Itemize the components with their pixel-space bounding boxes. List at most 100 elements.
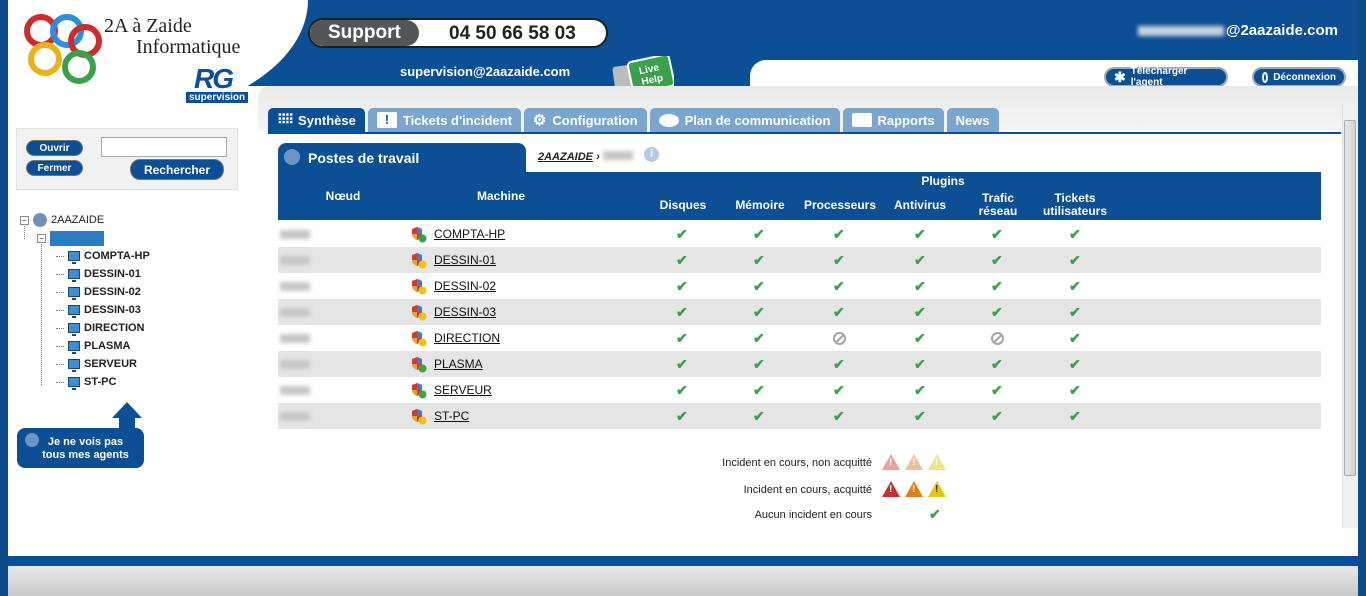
rg-letters: RG [194, 63, 234, 94]
tree-item-dessin-03[interactable]: DESSIN-03 [56, 302, 141, 318]
table-row[interactable]: DESSIN-01 ✔ ✔ ✔ ✔ ✔ ✔ [278, 247, 1321, 273]
warning-light-orange-icon: ! [905, 454, 923, 470]
scrollbar-thumb[interactable] [1344, 120, 1356, 476]
collapse-toggle[interactable]: − [37, 233, 46, 243]
machine-cell: DESSIN-03 [411, 299, 496, 325]
tab-synthese[interactable]: ⠿⠿ Synthèse [268, 108, 365, 132]
machine-link[interactable]: DESSIN-01 [434, 253, 496, 267]
machine-link[interactable]: DIRECTION [434, 331, 500, 345]
logout-button[interactable]: Déconnexion [1252, 67, 1346, 87]
node-cell [280, 247, 310, 273]
machine-link[interactable]: ST-PC [434, 409, 469, 423]
table-row[interactable]: ST-PC ✔ ✔ ✔ ✔ ✔ ✔ [278, 403, 1321, 429]
node-value-redacted [280, 307, 310, 317]
header-node: Nœud [325, 189, 361, 203]
machine-link[interactable]: SERVEUR [434, 383, 492, 397]
table-row[interactable]: DESSIN-02 ✔ ✔ ✔ ✔ ✔ ✔ [278, 273, 1321, 299]
asterisk-icon: ✱ [1114, 68, 1126, 85]
table-row[interactable]: DESSIN-03 ✔ ✔ ✔ ✔ ✔ ✔ [278, 299, 1321, 325]
tab-underline [268, 132, 1341, 134]
machine-link[interactable]: COMPTA-HP [434, 227, 505, 241]
tab-reports[interactable]: Rapports [842, 108, 944, 132]
tree-root[interactable]: − 2AAZAIDE [20, 212, 104, 228]
agents-note-line1: Je ne vois pas [47, 436, 124, 448]
check-icon: ✔ [1069, 225, 1081, 242]
computer-icon [68, 305, 80, 318]
check-icon: ✔ [1069, 277, 1081, 294]
check-icon: ✔ [991, 251, 1003, 268]
open-button[interactable]: Ouvrir [26, 140, 83, 156]
support-email[interactable]: supervision@2aazaide.com [400, 64, 570, 79]
header-disks: Disques [659, 198, 707, 212]
check-icon: ✔ [676, 381, 688, 398]
computer-icon [68, 251, 80, 264]
machine-cell: SERVEUR [411, 377, 492, 403]
table-row[interactable]: PLASMA ✔ ✔ ✔ ✔ ✔ ✔ [278, 351, 1321, 377]
section-title-text: Postes de travail [308, 150, 420, 166]
check-icon: ✔ [1069, 381, 1081, 398]
agents-note-line2: tous mes agents [42, 449, 129, 461]
tab-tickets[interactable]: ! Tickets d'incident [367, 108, 521, 132]
speech-bubble-icon [658, 113, 679, 127]
table-row[interactable]: SERVEUR ✔ ✔ ✔ ✔ ✔ ✔ [278, 377, 1321, 403]
collapse-toggle[interactable]: − [20, 215, 29, 225]
check-icon: ✔ [914, 303, 926, 320]
tab-communication-plan[interactable]: Plan de communication [649, 108, 840, 132]
tree-item-label: ST-PC [84, 376, 117, 388]
tree-item-label: DESSIN-02 [84, 286, 141, 298]
footer-bar [8, 566, 1358, 596]
node-cell [280, 403, 310, 429]
machine-link[interactable]: DESSIN-02 [434, 279, 496, 293]
tree-item-compta-hp[interactable]: COMPTA-HP [56, 248, 150, 264]
table-row[interactable]: DIRECTION ✔ ✔ ✔ ✔ [278, 325, 1321, 351]
missing-agents-help-button[interactable]: Je ne vois pas tous mes agents [17, 428, 144, 468]
machine-link[interactable]: DESSIN-03 [434, 305, 496, 319]
tree-item-direction[interactable]: DIRECTION [56, 320, 145, 336]
table-row[interactable]: COMPTA-HP ✔ ✔ ✔ ✔ ✔ ✔ [278, 221, 1321, 247]
tree-item-dessin-01[interactable]: DESSIN-01 [56, 266, 141, 282]
not-applicable-icon [833, 325, 846, 351]
section-dot-icon [284, 149, 300, 165]
download-agent-label: Télécharger l'agent [1130, 66, 1188, 88]
tab-news[interactable]: News [946, 108, 999, 132]
download-agent-button[interactable]: ✱ Télécharger l'agent [1104, 66, 1228, 88]
tree-root-label: 2AAZAIDE [51, 214, 105, 226]
node-value-redacted [280, 333, 310, 343]
node-cell [280, 325, 310, 351]
tree-item-st-pc[interactable]: ST-PC [56, 374, 116, 390]
node-value-redacted [280, 359, 310, 369]
tree-item-serveur[interactable]: SERVEUR [56, 356, 137, 372]
check-icon: ✔ [1069, 251, 1081, 268]
info-icon[interactable]: i [644, 147, 659, 162]
warning-light-yellow-icon: ! [928, 454, 946, 470]
rg-supervision-logo: RG supervision [186, 63, 248, 103]
check-icon: ✔ [1069, 355, 1081, 372]
report-icon [851, 113, 872, 127]
check-icon: ✔ [753, 329, 765, 346]
machine-link[interactable]: PLASMA [434, 357, 483, 371]
machine-cell: PLASMA [411, 351, 483, 377]
check-icon: ✔ [914, 251, 926, 268]
tree-item-plasma[interactable]: PLASMA [56, 338, 130, 354]
check-icon: ✔ [833, 355, 845, 372]
tab-label: Tickets d'incident [402, 112, 512, 128]
tab-configuration[interactable]: ⚙ Configuration [523, 108, 647, 132]
check-icon: ✔ [833, 407, 845, 424]
check-icon: ✔ [991, 407, 1003, 424]
tree-site[interactable]: − [37, 230, 104, 246]
tree-item-dessin-02[interactable]: DESSIN-02 [56, 284, 141, 300]
check-icon: ✔ [833, 303, 845, 320]
search-input[interactable] [101, 137, 227, 157]
table-header: Nœud Machine Plugins Disques Mémoire Pro… [278, 172, 1321, 220]
header-memory: Mémoire [735, 198, 785, 212]
legend-ack-label: Incident en cours, acquitté [743, 484, 872, 496]
search-button[interactable]: Rechercher [130, 159, 224, 180]
close-button[interactable]: Fermer [26, 160, 83, 176]
tab-label: News [955, 112, 990, 128]
check-icon: ✔ [914, 381, 926, 398]
breadcrumb-root[interactable]: 2AAZAIDE [538, 151, 593, 163]
grid-icon: ⠿⠿ [277, 112, 294, 127]
node-cell [280, 377, 310, 403]
header-traffic: Trafic réseau [968, 192, 1028, 218]
check-icon: ✔ [753, 355, 765, 372]
